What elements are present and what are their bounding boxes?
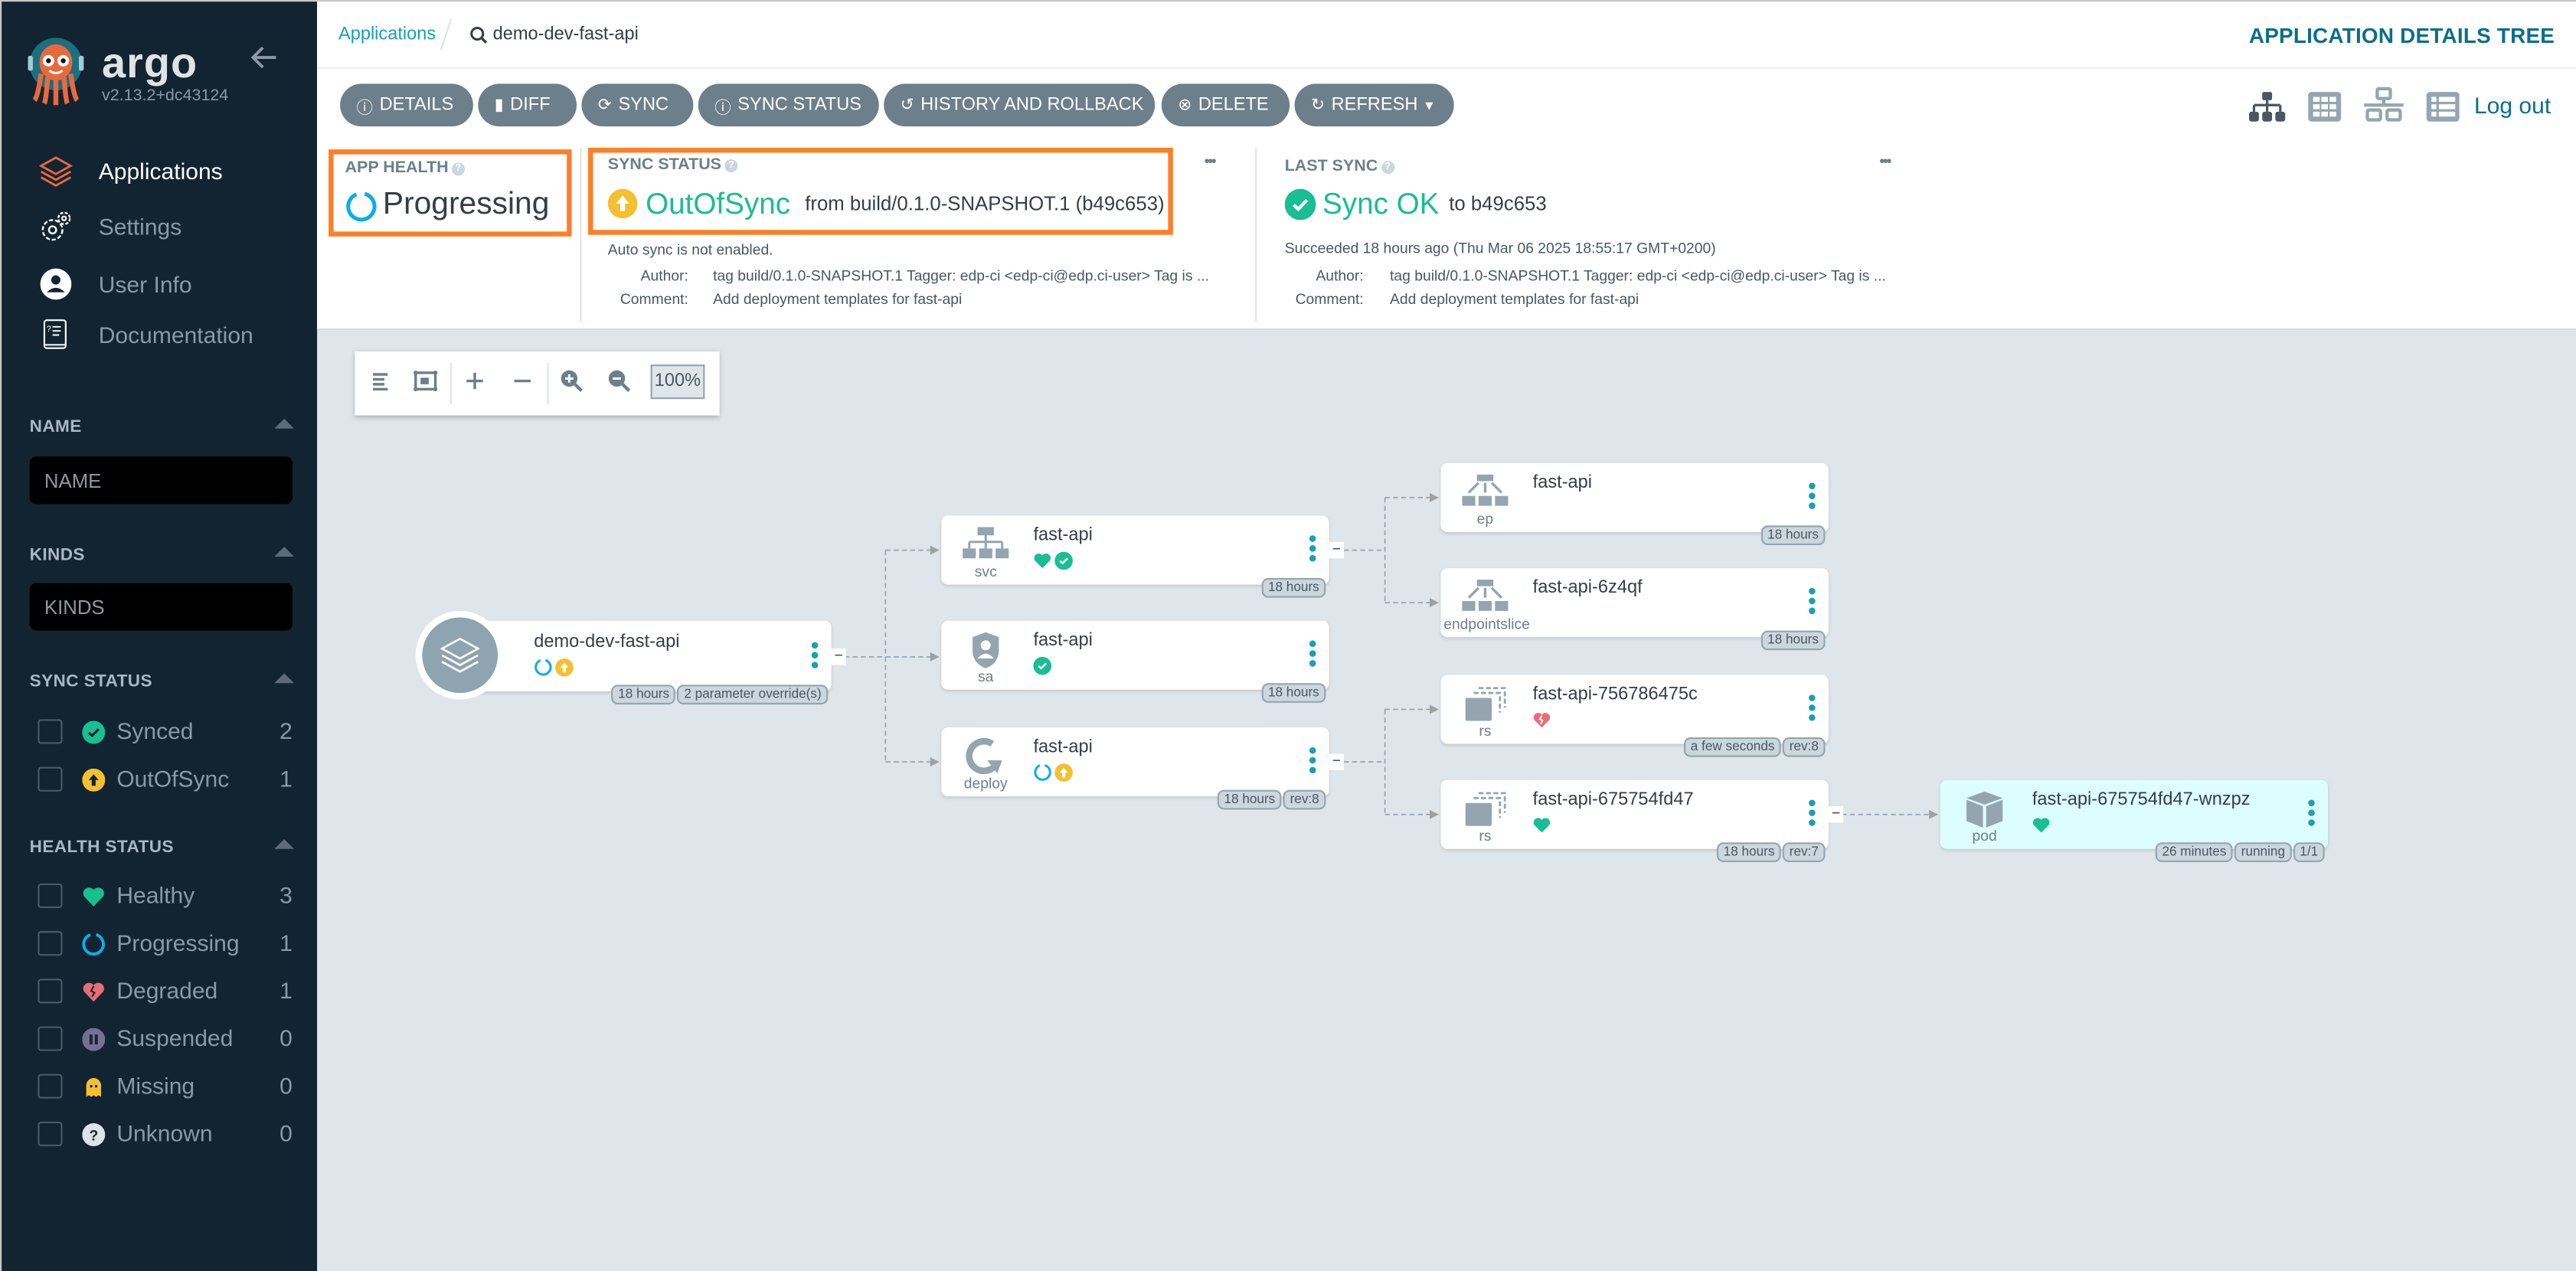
node-menu-button[interactable]	[811, 642, 819, 672]
resource-node-endpointslice[interactable]: endpointslice fast-api-6z4qf 18 hours	[1440, 568, 1829, 651]
tag: 18 hours	[1261, 577, 1326, 598]
tag: running	[2234, 842, 2292, 862]
resource-node-rs[interactable]: rs fast-api-675754fd47 18 hours rev:7	[1440, 779, 1829, 862]
check-circle-icon	[1033, 656, 1052, 675]
node-menu-button[interactable]	[1809, 587, 1816, 618]
resource-node-deploy[interactable]: deploy fast-api 18 hours rev:8	[941, 727, 1329, 810]
resource-node-pod[interactable]: pod fast-api-675754fd47-wnzpz 26 minutes…	[1940, 779, 2329, 862]
node-tags: a few seconds rev:8	[1684, 737, 1826, 757]
resource-name: fast-api-675754fd47	[1532, 789, 1694, 810]
node-menu-button[interactable]	[1309, 747, 1316, 777]
service-icon	[963, 527, 1009, 559]
collapse-toggle[interactable]: −	[1329, 753, 1344, 770]
app-node-icon	[415, 610, 505, 700]
node-menu-button[interactable]	[1809, 482, 1816, 513]
tag: 26 minutes	[2155, 842, 2234, 862]
resource-status	[1533, 711, 1551, 730]
node-menu-button[interactable]	[1809, 799, 1816, 829]
resource-name: fast-api-756786475c	[1532, 685, 1698, 705]
resource-node-svc[interactable]: svc fast-api 18 hours	[941, 515, 1329, 598]
progressing-icon	[1034, 764, 1051, 781]
node-tags: 18 hours	[1760, 630, 1826, 651]
heart-icon	[2032, 818, 2050, 833]
node-tags: 18 hours rev:8	[1217, 789, 1326, 810]
outofsync-icon	[1054, 763, 1073, 782]
resource-status	[1033, 763, 1073, 782]
tag: 18 hours	[611, 685, 676, 705]
tag: rev:8	[1783, 737, 1826, 757]
resource-kind: pod	[1972, 827, 1997, 845]
node-menu-button[interactable]	[1309, 535, 1316, 565]
endpointslice-icon	[1462, 580, 1509, 611]
resource-kind: endpointslice	[1443, 616, 1530, 632]
resource-kind: rs	[1479, 722, 1492, 740]
tag: rev:8	[1283, 789, 1326, 810]
resource-name: fast-api	[1532, 472, 1593, 493]
node-tags: 18 hours	[1261, 683, 1326, 703]
heart-icon	[1533, 818, 1551, 833]
resource-node-ep[interactable]: ep fast-api 18 hours	[1440, 462, 1829, 546]
resource-kind: deploy	[963, 775, 1008, 792]
layers-icon	[440, 637, 480, 673]
resource-status	[2032, 816, 2051, 835]
resource-node-sa[interactable]: sa fast-api 18 hours	[941, 620, 1329, 703]
resource-kind: svc	[974, 563, 997, 580]
node-menu-button[interactable]	[1809, 694, 1816, 724]
resource-status	[1533, 816, 1551, 835]
app-node[interactable]: demo-dev-fast-api 18 hours 2 parameter o…	[456, 620, 832, 705]
node-tags: 18 hours 2 parameter override(s)	[611, 685, 829, 705]
resource-kind: rs	[1479, 827, 1492, 845]
collapse-toggle[interactable]: −	[1828, 805, 1844, 823]
tag: 1/1	[2293, 842, 2325, 862]
tag: 18 hours	[1760, 630, 1826, 651]
progressing-icon	[534, 658, 552, 676]
service-account-icon	[973, 632, 999, 668]
replicaset-icon	[1465, 687, 1506, 721]
resource-name: fast-api-675754fd47-wnzpz	[2032, 789, 2251, 810]
tag: 2 parameter override(s)	[677, 685, 829, 705]
resource-name: fast-api	[1033, 630, 1093, 651]
node-menu-button[interactable]	[2308, 799, 2315, 829]
node-tags: 26 minutes running 1/1	[2155, 842, 2325, 862]
collapse-toggle[interactable]: −	[831, 648, 846, 665]
node-tags: 18 hours	[1261, 577, 1326, 598]
replicaset-icon	[1465, 792, 1506, 826]
resource-node-rs[interactable]: rs fast-api-756786475c a few seconds rev:…	[1440, 675, 1829, 757]
tag: 18 hours	[1261, 683, 1326, 703]
tag: 18 hours	[1760, 525, 1826, 546]
tag: rev:7	[1783, 842, 1826, 862]
endpoints-icon	[1462, 474, 1509, 506]
tag: 18 hours	[1717, 842, 1782, 862]
resource-name: fast-api-6z4qf	[1532, 577, 1643, 598]
resource-kind: sa	[978, 668, 994, 685]
check-circle-icon	[1054, 551, 1073, 570]
collapse-toggle[interactable]: −	[1329, 541, 1344, 559]
heart-icon	[1034, 554, 1051, 569]
resource-status	[1033, 656, 1052, 675]
node-tags: 18 hours	[1760, 525, 1826, 546]
node-menu-button[interactable]	[1309, 640, 1316, 670]
app-root: argo v2.13.2+dc43124 Applications Settin…	[0, 0, 2576, 1271]
tag: 18 hours	[1217, 789, 1282, 810]
resource-name: fast-api	[1033, 737, 1093, 757]
app-node-name: demo-dev-fast-api	[534, 632, 680, 652]
pod-icon	[1966, 791, 2003, 828]
resource-status	[1033, 551, 1073, 570]
tag: a few seconds	[1684, 737, 1782, 757]
outofsync-icon	[555, 658, 574, 677]
resource-name: fast-api	[1033, 525, 1093, 546]
broken-heart-icon	[1533, 713, 1551, 728]
app-node-status	[534, 658, 574, 677]
node-tags: 18 hours rev:7	[1717, 842, 1826, 862]
deployment-icon	[966, 737, 1002, 775]
resource-kind: ep	[1476, 511, 1494, 528]
